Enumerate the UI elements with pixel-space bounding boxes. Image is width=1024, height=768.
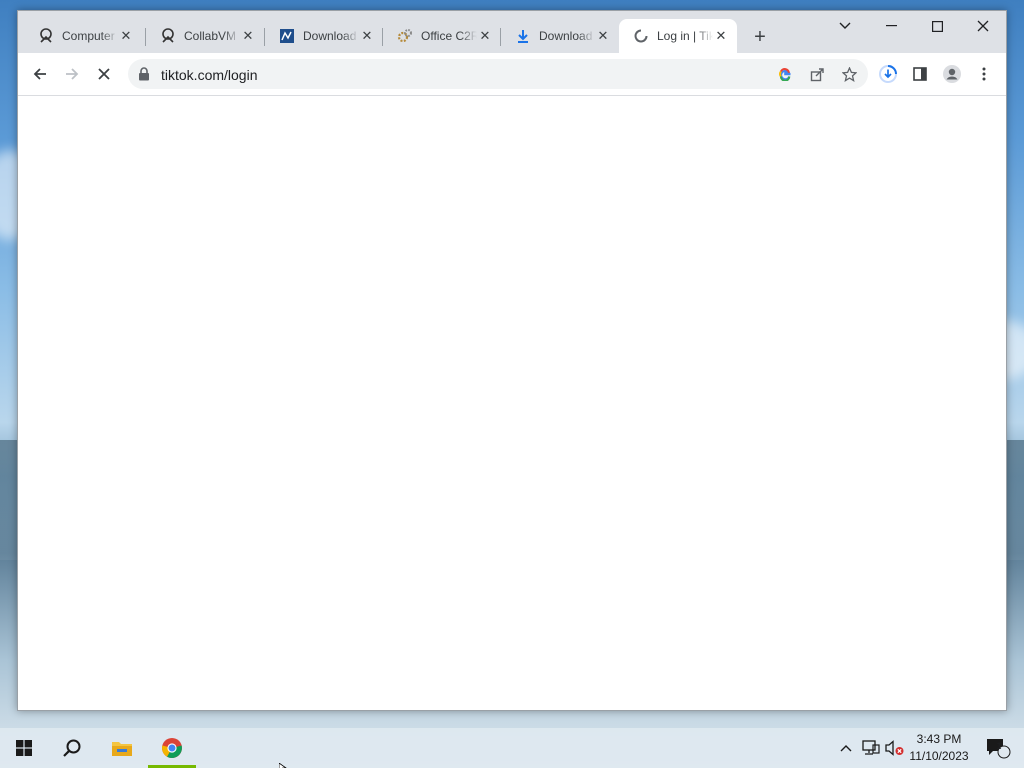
close-tab-icon[interactable]: ✕ xyxy=(359,28,375,44)
bookmark-star-icon[interactable] xyxy=(839,64,859,84)
tab-strip: Computer ✕ CollabVM ✕ Download ✕ Office … xyxy=(18,11,1006,53)
collabvm-icon xyxy=(38,28,54,44)
tab-computer[interactable]: Computer ✕ xyxy=(24,19,142,53)
google-lens-icon[interactable] xyxy=(775,64,795,84)
loading-spinner-icon xyxy=(633,28,649,44)
arrow-right-icon xyxy=(66,68,79,80)
clock-time: 3:43 PM xyxy=(916,732,962,746)
address-url[interactable]: tiktok.com/login xyxy=(161,67,257,83)
minimize-button[interactable] xyxy=(868,11,914,41)
taskbar: 3:43 PM 11/10/2023 1 xyxy=(0,728,1024,768)
chevron-up-icon xyxy=(840,745,852,752)
share-icon[interactable] xyxy=(807,64,827,84)
tab-title: Download xyxy=(539,29,593,43)
close-tab-icon[interactable]: ✕ xyxy=(118,28,134,44)
lock-icon[interactable] xyxy=(138,67,150,84)
maximize-button[interactable] xyxy=(914,11,960,41)
chrome-taskbar-button[interactable] xyxy=(148,728,196,768)
notification-count: 1 xyxy=(996,741,1002,751)
network-icon xyxy=(862,740,880,755)
close-tab-icon[interactable]: ✕ xyxy=(240,28,256,44)
network-button[interactable] xyxy=(860,728,882,768)
tab-search-button[interactable] xyxy=(822,11,868,41)
browser-menu-button[interactable] xyxy=(970,60,998,88)
close-tab-icon[interactable]: ✕ xyxy=(477,28,493,44)
tab-title: Download xyxy=(303,29,357,43)
close-tab-icon[interactable]: ✕ xyxy=(595,28,611,44)
browser-toolbar: tiktok.com/login xyxy=(18,53,1006,96)
more-vert-icon xyxy=(982,67,986,81)
collabvm-icon xyxy=(160,28,176,44)
new-tab-button[interactable]: + xyxy=(748,25,772,49)
close-window-button[interactable] xyxy=(960,11,1006,41)
start-button[interactable] xyxy=(0,728,48,768)
close-icon xyxy=(977,20,989,32)
maximize-icon xyxy=(931,20,943,32)
tray-overflow-button[interactable] xyxy=(836,728,856,768)
windows-start-icon xyxy=(16,740,32,756)
file-explorer-icon xyxy=(112,742,132,756)
tab-office-c2r[interactable]: Office C2R ✕ xyxy=(383,19,501,53)
taskbar-search-button[interactable] xyxy=(48,728,96,768)
tab-title: CollabVM xyxy=(184,29,237,43)
download-site-icon xyxy=(279,28,295,44)
avatar-icon xyxy=(943,65,961,83)
browser-window: Computer ✕ CollabVM ✕ Download ✕ Office … xyxy=(17,10,1007,711)
chrome-icon xyxy=(162,738,182,758)
file-explorer-button[interactable] xyxy=(98,728,146,768)
address-bar[interactable]: tiktok.com/login xyxy=(128,59,868,89)
tab-title: Office C2R xyxy=(421,29,477,43)
download-arrow-icon xyxy=(515,28,531,44)
download-progress-icon xyxy=(879,65,897,83)
action-center-button[interactable]: 1 xyxy=(978,728,1018,768)
tab-collabvm[interactable]: CollabVM ✕ xyxy=(146,19,264,53)
tab-title: Log in | TikTok xyxy=(657,29,713,43)
profile-button[interactable] xyxy=(938,60,966,88)
close-tab-icon[interactable]: ✕ xyxy=(713,28,729,44)
system-clock[interactable]: 3:43 PM 11/10/2023 xyxy=(900,731,978,765)
stop-loading-button[interactable] xyxy=(90,60,118,88)
side-panel-icon xyxy=(913,67,927,81)
page-content[interactable] xyxy=(18,97,1006,710)
forward-button[interactable] xyxy=(58,60,86,88)
clock-date: 11/10/2023 xyxy=(909,749,969,763)
back-button[interactable] xyxy=(26,60,54,88)
tab-tiktok-login[interactable]: Log in | TikTok ✕ xyxy=(619,19,737,53)
arrow-left-icon xyxy=(33,68,46,80)
tab-download[interactable]: Download ✕ xyxy=(501,19,619,53)
stop-x-icon xyxy=(98,68,110,80)
gears-icon xyxy=(397,28,413,44)
mouse-cursor-icon xyxy=(278,760,289,768)
chevron-down-icon xyxy=(839,22,851,29)
minimize-icon xyxy=(885,25,897,27)
downloads-button[interactable] xyxy=(874,60,902,88)
tab-title: Computer xyxy=(62,29,115,43)
side-panel-button[interactable] xyxy=(906,60,934,88)
tab-download-site[interactable]: Download ✕ xyxy=(265,19,383,53)
search-icon xyxy=(63,739,81,757)
